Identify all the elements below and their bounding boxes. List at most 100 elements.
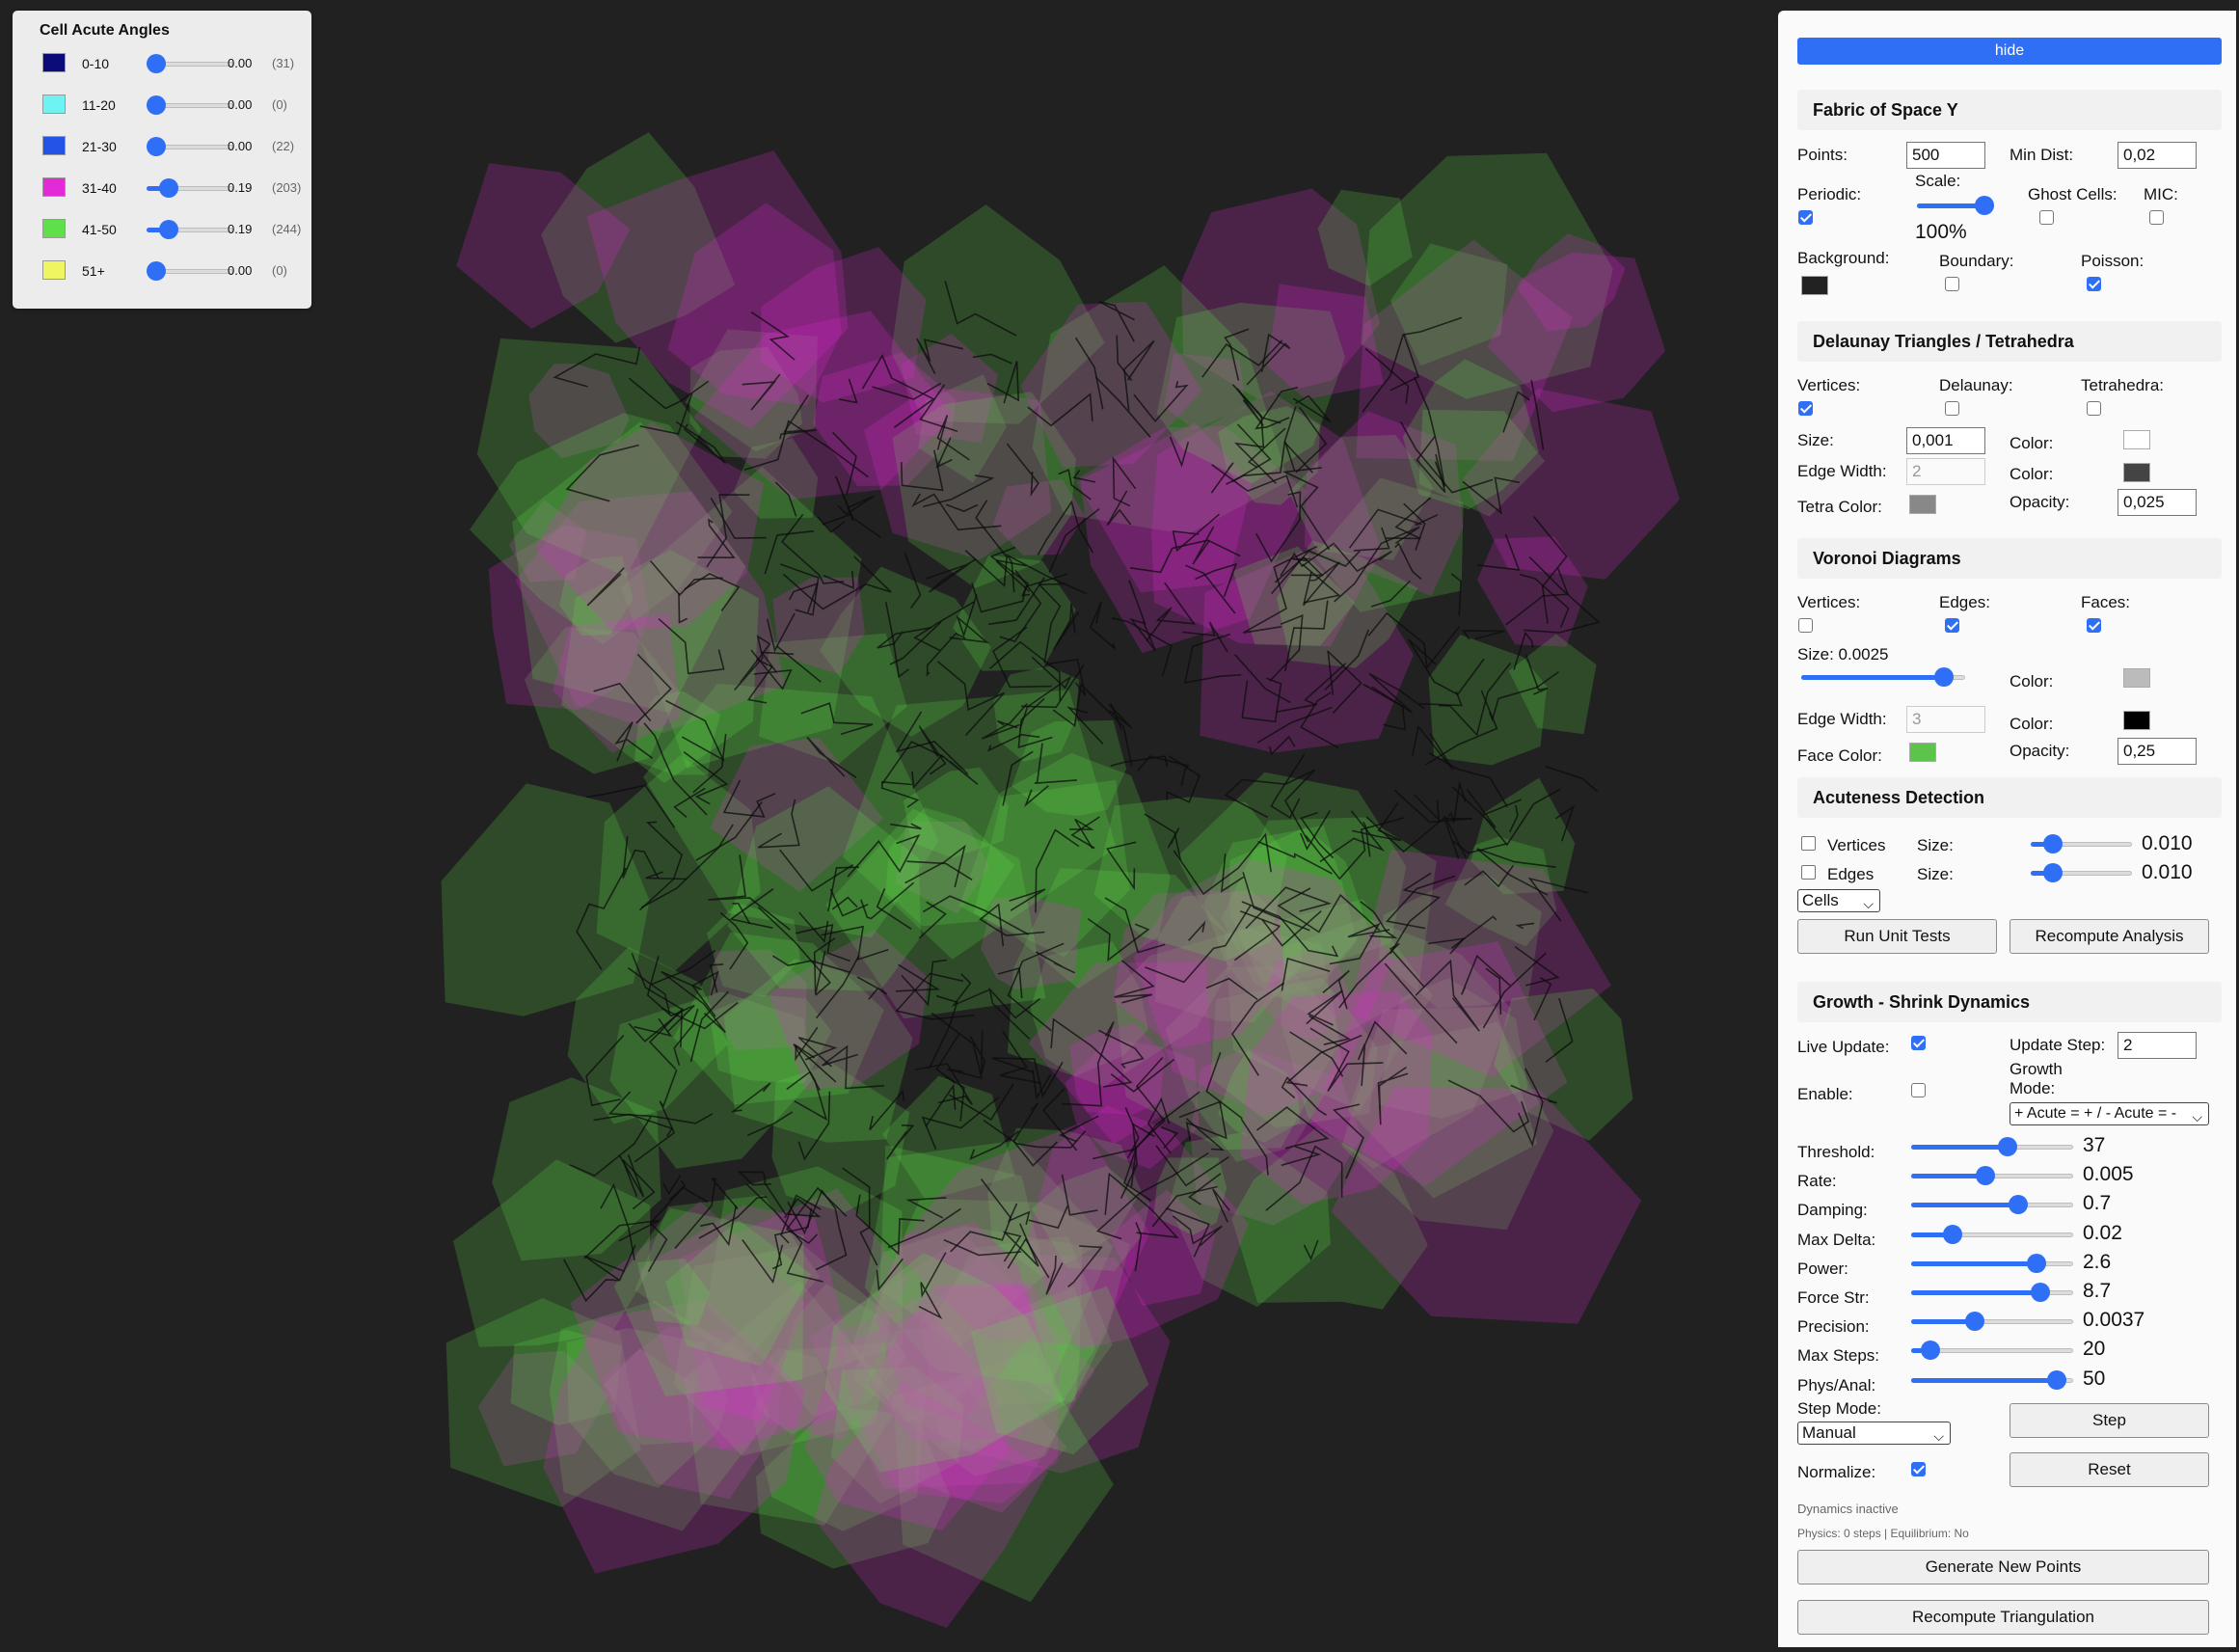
delaunay-vertices-checkbox[interactable] bbox=[1798, 401, 1813, 416]
acute-edges-checkbox[interactable] bbox=[1801, 865, 1816, 880]
legend-range: 11-20 bbox=[82, 97, 116, 113]
step-button[interactable]: Step bbox=[2010, 1403, 2209, 1438]
reset-button[interactable]: Reset bbox=[2010, 1452, 2209, 1487]
slider-knob[interactable] bbox=[2042, 863, 2063, 882]
legend-color-swatch[interactable] bbox=[42, 260, 66, 280]
legend-weight-slider[interactable] bbox=[147, 178, 233, 198]
legend-weight-slider[interactable] bbox=[147, 54, 233, 73]
update-step-input[interactable]: 2 bbox=[2118, 1032, 2197, 1059]
legend-weight-slider[interactable] bbox=[147, 220, 233, 239]
slider-knob[interactable] bbox=[147, 137, 166, 156]
legend-color-swatch[interactable] bbox=[42, 53, 66, 72]
run-unit-tests-button[interactable]: Run Unit Tests bbox=[1797, 919, 1997, 954]
step-mode-select[interactable]: Manual ⌵ bbox=[1797, 1422, 1951, 1445]
poisson-checkbox[interactable] bbox=[2087, 277, 2101, 291]
slider-knob[interactable] bbox=[1965, 1312, 1985, 1332]
acute-edges-size-slider[interactable] bbox=[2031, 863, 2132, 882]
boundary-checkbox[interactable] bbox=[1945, 277, 1959, 291]
slider-knob[interactable] bbox=[1934, 667, 1954, 687]
scale-slider[interactable] bbox=[1917, 196, 1994, 215]
slider-knob[interactable] bbox=[2031, 1283, 2051, 1302]
min-dist-input[interactable]: 0,02 bbox=[2118, 142, 2197, 169]
slider-knob[interactable] bbox=[1975, 196, 1994, 215]
slider-knob[interactable] bbox=[2046, 1369, 2066, 1390]
growth-param-value: 0.7 bbox=[2083, 1192, 2112, 1215]
mic-checkbox[interactable] bbox=[2149, 210, 2164, 225]
growth-param-slider[interactable] bbox=[1911, 1166, 2073, 1186]
legend-weight-slider[interactable] bbox=[147, 95, 233, 115]
legend-weight-slider[interactable] bbox=[147, 137, 233, 156]
delaunay-checkbox[interactable] bbox=[1945, 401, 1959, 416]
points-input[interactable]: 500 bbox=[1906, 142, 1985, 169]
voronoi-edge bbox=[668, 1186, 709, 1204]
growth-param-slider[interactable] bbox=[1911, 1253, 2073, 1273]
slider-knob[interactable] bbox=[2008, 1195, 2028, 1215]
legend-value: 0.00 bbox=[228, 263, 253, 278]
acute-vertices-checkbox[interactable] bbox=[1801, 836, 1816, 851]
delaunay-section-title: Delaunay Triangles / Tetrahedra bbox=[1797, 321, 2222, 362]
delaunay-opacity-input[interactable]: 0,025 bbox=[2118, 489, 2197, 516]
background-color-picker[interactable] bbox=[1801, 276, 1828, 295]
slider-knob[interactable] bbox=[2042, 834, 2063, 853]
slider-knob[interactable] bbox=[147, 95, 166, 115]
growth-param-slider[interactable] bbox=[1911, 1369, 2073, 1390]
slider-knob[interactable] bbox=[1975, 1166, 1995, 1186]
slider-knob[interactable] bbox=[159, 178, 179, 198]
voronoi-vertex-color-picker[interactable] bbox=[2123, 668, 2150, 688]
recompute-triangulation-button[interactable]: Recompute Triangulation bbox=[1797, 1600, 2209, 1635]
delaunay-vertex-color-picker[interactable] bbox=[2123, 430, 2150, 449]
growth-param-label: Precision: bbox=[1797, 1317, 1870, 1337]
voronoi-faces-checkbox[interactable] bbox=[2087, 618, 2101, 633]
physics-status: Physics: 0 steps | Equilibrium: No bbox=[1797, 1527, 1969, 1540]
legend-weight-slider[interactable] bbox=[147, 261, 233, 281]
delaunay-edge-color-picker[interactable] bbox=[2123, 463, 2150, 482]
slider-knob[interactable] bbox=[147, 261, 166, 281]
enable-checkbox[interactable] bbox=[1911, 1083, 1926, 1097]
voronoi-size-slider[interactable] bbox=[1801, 667, 1965, 687]
slider-knob[interactable] bbox=[1921, 1341, 1941, 1361]
legend-color-swatch[interactable] bbox=[42, 219, 66, 238]
face-color-picker[interactable] bbox=[1909, 743, 1936, 762]
chevron-down-icon: ⌵ bbox=[1933, 1428, 1944, 1444]
delaunay-edge-width-input[interactable]: 2 bbox=[1906, 458, 1985, 485]
slider-knob[interactable] bbox=[147, 54, 166, 73]
chevron-down-icon: ⌵ bbox=[1863, 896, 1874, 911]
ghost-cells-label: Ghost Cells: bbox=[2028, 185, 2118, 203]
voronoi-edges-checkbox[interactable] bbox=[1945, 618, 1959, 633]
legend-color-swatch[interactable] bbox=[42, 95, 66, 114]
tetrahedra-checkbox[interactable] bbox=[2087, 401, 2101, 416]
slider-knob[interactable] bbox=[1998, 1137, 2018, 1156]
growth-param-slider[interactable] bbox=[1911, 1195, 2073, 1215]
scale-label: Scale: bbox=[1915, 172, 1961, 190]
legend-row: 31-40 0.19 (203) bbox=[26, 177, 301, 219]
live-update-checkbox[interactable] bbox=[1911, 1036, 1926, 1050]
growth-mode-select[interactable]: + Acute = + / - Acute = - ⌵ bbox=[2010, 1102, 2209, 1125]
voronoi-edge-width-input[interactable]: 3 bbox=[1906, 706, 1985, 733]
growth-param-label: Max Delta: bbox=[1797, 1230, 1876, 1249]
slider-knob[interactable] bbox=[1942, 1224, 1962, 1244]
voronoi-vertices-checkbox[interactable] bbox=[1798, 618, 1813, 633]
voronoi-edge-color-picker[interactable] bbox=[2123, 711, 2150, 730]
acute-mode-select[interactable]: Cells ⌵ bbox=[1797, 889, 1880, 912]
ghost-cells-checkbox[interactable] bbox=[2039, 210, 2054, 225]
growth-param-slider[interactable] bbox=[1911, 1283, 2073, 1302]
acute-vertices-size-slider[interactable] bbox=[2031, 834, 2132, 853]
voronoi-edge-width-label: Edge Width: bbox=[1797, 710, 1887, 728]
growth-param-label: Force Str: bbox=[1797, 1288, 1870, 1307]
recompute-analysis-button[interactable]: Recompute Analysis bbox=[2010, 919, 2209, 954]
slider-knob[interactable] bbox=[159, 220, 179, 239]
normalize-checkbox[interactable] bbox=[1911, 1462, 1926, 1476]
growth-param-slider[interactable] bbox=[1911, 1137, 2073, 1156]
hide-button[interactable]: hide bbox=[1797, 38, 2222, 65]
tetra-color-picker[interactable] bbox=[1909, 495, 1936, 514]
delaunay-size-input[interactable]: 0,001 bbox=[1906, 427, 1985, 454]
legend-color-swatch[interactable] bbox=[42, 177, 66, 197]
growth-param-slider[interactable] bbox=[1911, 1224, 2073, 1244]
slider-knob[interactable] bbox=[2026, 1253, 2046, 1273]
growth-param-slider[interactable] bbox=[1911, 1312, 2073, 1332]
legend-color-swatch[interactable] bbox=[42, 136, 66, 155]
generate-new-points-button[interactable]: Generate New Points bbox=[1797, 1550, 2209, 1584]
voronoi-opacity-input[interactable]: 0,25 bbox=[2118, 738, 2197, 765]
periodic-checkbox[interactable] bbox=[1798, 210, 1813, 225]
growth-param-slider[interactable] bbox=[1911, 1341, 2073, 1361]
